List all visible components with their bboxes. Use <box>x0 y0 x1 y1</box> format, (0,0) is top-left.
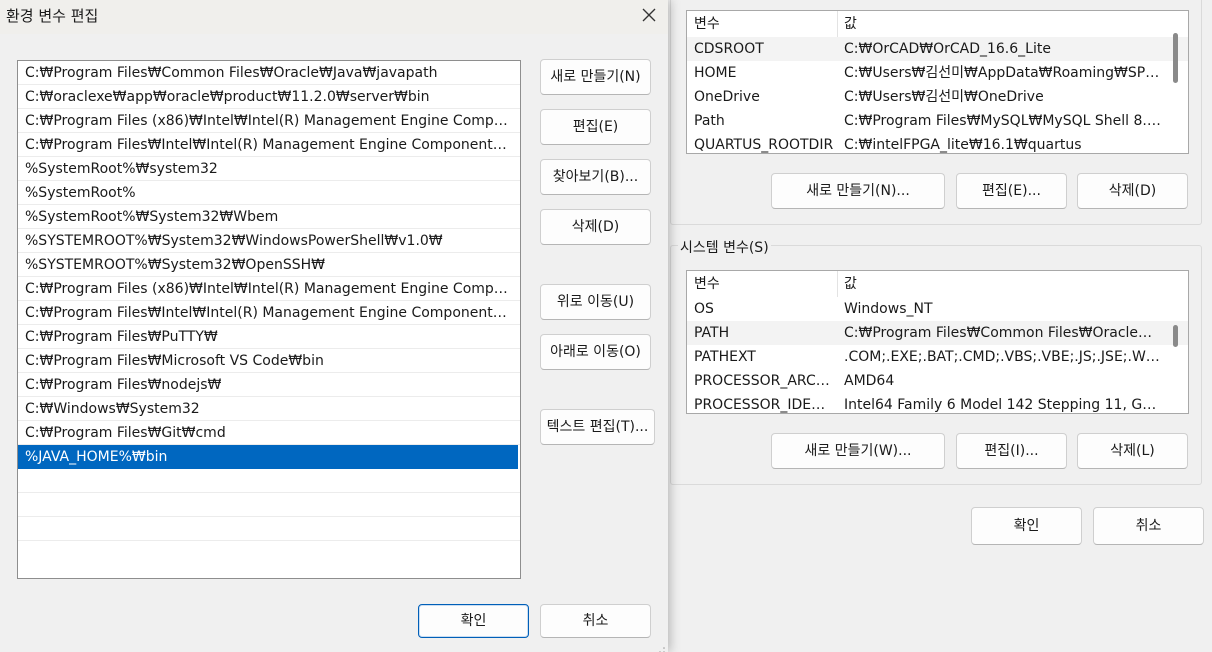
path-list-item[interactable]: %SystemRoot%₩system32 <box>18 157 520 181</box>
path-list-item[interactable]: C:₩Program Files₩nodejs₩ <box>18 373 520 397</box>
var-name: OneDrive <box>694 89 760 105</box>
column-header-variable[interactable]: 변수 <box>694 271 834 297</box>
column-separator <box>837 271 838 297</box>
system-var-row[interactable]: PATH C:₩Program Files₩Common Files₩Oracl… <box>687 321 1188 345</box>
browse-button[interactable]: 찾아보기(B)... <box>540 159 651 195</box>
user-variables-header: 변수 값 <box>687 11 1188 37</box>
edit-environment-variable-dialog: 환경 변수 편집 C:₩Program Files₩Common Files₩O… <box>0 0 668 652</box>
path-list-empty-row[interactable] <box>18 517 520 541</box>
system-edit-button[interactable]: 편집(I)... <box>956 433 1067 469</box>
path-list-item[interactable]: %SystemRoot%₩System32₩Wbem <box>18 205 520 229</box>
close-icon[interactable] <box>632 0 666 32</box>
var-name: PATHEXT <box>694 349 756 365</box>
system-var-row[interactable]: PROCESSOR_IDENT... Intel64 Family 6 Mode… <box>687 393 1188 413</box>
var-value: .COM;.EXE;.BAT;.CMD;.VBS;.VBE;.JS;.JSE;.… <box>844 349 1164 365</box>
user-var-row[interactable]: QUARTUS_ROOTDIR C:₩intelFPGA_lite₩16.1₩q… <box>687 133 1188 153</box>
var-name: PROCESSOR_ARCH... <box>694 373 834 389</box>
system-variables-header: 변수 값 <box>687 271 1188 297</box>
path-list-item[interactable]: C:₩Program Files (x86)₩Intel₩Intel(R) Ma… <box>18 277 520 301</box>
path-list-item[interactable]: C:₩Program Files₩Intel₩Intel(R) Manageme… <box>18 301 520 325</box>
var-name: HOME <box>694 65 737 81</box>
user-delete-button[interactable]: 삭제(D) <box>1077 173 1188 209</box>
system-var-row[interactable]: OS Windows_NT <box>687 297 1188 321</box>
var-value: Intel64 Family 6 Model 142 Stepping 11, … <box>844 397 1164 413</box>
user-edit-button[interactable]: 편집(E)... <box>956 173 1067 209</box>
path-list-item-selected[interactable]: %JAVA_HOME%₩bin <box>18 445 518 469</box>
delete-button[interactable]: 삭제(D) <box>540 209 651 245</box>
dialog-title: 환경 변수 편집 <box>6 7 99 25</box>
system-var-row[interactable]: PROCESSOR_ARCH... AMD64 <box>687 369 1188 393</box>
var-name: QUARTUS_ROOTDIR <box>694 137 834 153</box>
var-value: AMD64 <box>844 373 895 389</box>
var-value: C:₩OrCAD₩OrCAD_16.6_Lite <box>844 41 1051 57</box>
path-list-item[interactable]: C:₩Program Files₩Common Files₩Oracle₩Jav… <box>18 61 520 85</box>
var-name: OS <box>694 301 714 317</box>
var-name: PATH <box>694 325 730 341</box>
var-value: C:₩Users₩김선미₩OneDrive <box>844 89 1044 105</box>
path-list-empty-row[interactable] <box>18 469 520 493</box>
path-list-item[interactable]: %SystemRoot% <box>18 181 520 205</box>
env-ok-button[interactable]: 확인 <box>971 507 1082 545</box>
user-var-row[interactable]: OneDrive C:₩Users₩김선미₩OneDrive <box>687 85 1188 109</box>
path-list-item[interactable]: %SYSTEMROOT%₩System32₩WindowsPowerShell₩… <box>18 229 520 253</box>
move-down-button[interactable]: 아래로 이동(O) <box>540 334 651 370</box>
path-list-item[interactable]: C:₩Program Files (x86)₩Intel₩Intel(R) Ma… <box>18 109 520 133</box>
title-bar[interactable]: 환경 변수 편집 <box>0 0 668 34</box>
path-list-item[interactable]: C:₩Program Files₩Microsoft VS Code₩bin <box>18 349 520 373</box>
var-name: PROCESSOR_IDENT... <box>694 397 834 413</box>
system-variables-scrollbar[interactable] <box>1173 325 1178 347</box>
cancel-button[interactable]: 취소 <box>540 604 651 638</box>
user-new-button[interactable]: 새로 만들기(N)... <box>771 173 945 209</box>
path-list[interactable]: C:₩Program Files₩Common Files₩Oracle₩Jav… <box>17 60 521 579</box>
path-list-item[interactable]: C:₩Program Files₩Intel₩Intel(R) Manageme… <box>18 133 520 157</box>
ok-button[interactable]: 확인 <box>418 604 529 638</box>
edit-button[interactable]: 편집(E) <box>540 109 651 145</box>
path-list-item[interactable]: C:₩oraclexe₩app₩oracle₩product₩11.2.0₩se… <box>18 85 520 109</box>
system-new-button[interactable]: 새로 만들기(W)... <box>771 433 945 469</box>
user-var-row[interactable]: Path C:₩Program Files₩MySQL₩MySQL Shell … <box>687 109 1188 133</box>
user-var-row[interactable]: CDSROOT C:₩OrCAD₩OrCAD_16.6_Lite <box>687 37 1188 61</box>
path-list-empty-row[interactable] <box>18 493 520 517</box>
column-header-value[interactable]: 값 <box>844 271 1164 297</box>
user-variables-table[interactable]: 변수 값 CDSROOT C:₩OrCAD₩OrCAD_16.6_Lite HO… <box>686 10 1189 154</box>
system-variables-title: 시스템 변수(S) <box>678 237 771 257</box>
var-value: C:₩intelFPGA_lite₩16.1₩quartus <box>844 137 1082 153</box>
column-separator <box>837 11 838 37</box>
var-value: Windows_NT <box>844 301 933 317</box>
path-list-item[interactable]: C:₩Program Files₩PuTTY₩ <box>18 325 520 349</box>
new-button[interactable]: 새로 만들기(N) <box>540 59 651 95</box>
var-value: C:₩Program Files₩MySQL₩MySQL Shell 8.0₩.… <box>844 113 1164 129</box>
var-name: Path <box>694 113 725 129</box>
column-header-value[interactable]: 값 <box>844 11 1164 37</box>
user-variables-scrollbar[interactable] <box>1173 33 1178 83</box>
path-list-empty-row[interactable] <box>18 541 520 565</box>
var-value: C:₩Users₩김선미₩AppData₩Roaming₩SPB_... <box>844 65 1164 81</box>
var-value: C:₩Program Files₩Common Files₩Oracle₩Ja.… <box>844 325 1164 341</box>
system-var-row[interactable]: PATHEXT .COM;.EXE;.BAT;.CMD;.VBS;.VBE;.J… <box>687 345 1188 369</box>
path-list-item[interactable]: C:₩Program Files₩Git₩cmd <box>18 421 520 445</box>
user-var-row[interactable]: HOME C:₩Users₩김선미₩AppData₩Roaming₩SPB_..… <box>687 61 1188 85</box>
move-up-button[interactable]: 위로 이동(U) <box>540 284 651 320</box>
system-variables-table[interactable]: 변수 값 OS Windows_NT PATH C:₩Program Files… <box>686 270 1189 414</box>
resize-grip-icon[interactable] <box>656 642 666 652</box>
system-delete-button[interactable]: 삭제(L) <box>1077 433 1188 469</box>
path-list-item[interactable]: C:₩Windows₩System32 <box>18 397 520 421</box>
edit-text-button[interactable]: 텍스트 편집(T)... <box>540 409 655 445</box>
var-name: CDSROOT <box>694 41 764 57</box>
column-header-variable[interactable]: 변수 <box>694 11 834 37</box>
path-list-item[interactable]: %SYSTEMROOT%₩System32₩OpenSSH₩ <box>18 253 520 277</box>
env-cancel-button[interactable]: 취소 <box>1093 507 1204 545</box>
